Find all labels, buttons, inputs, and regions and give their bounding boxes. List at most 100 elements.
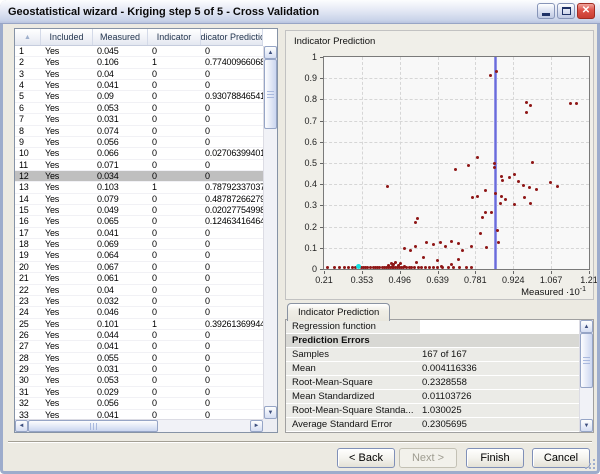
data-point[interactable] bbox=[452, 265, 456, 269]
data-point[interactable] bbox=[556, 185, 560, 189]
data-point[interactable] bbox=[390, 264, 394, 268]
horizontal-scroll-thumb[interactable] bbox=[28, 420, 158, 432]
vertical-scroll-thumb[interactable] bbox=[580, 333, 593, 388]
table-row[interactable]: 6 Yes 0.053 0 0 bbox=[15, 103, 263, 115]
data-point[interactable] bbox=[480, 215, 484, 219]
table-row[interactable]: 14 Yes 0.079 0 0.487872662791... bbox=[15, 194, 263, 206]
data-point[interactable] bbox=[427, 265, 431, 269]
stats-row[interactable]: Root-Mean-Square 0.2328558 bbox=[286, 376, 579, 390]
data-point[interactable] bbox=[443, 244, 447, 248]
scroll-down-button[interactable]: ▼ bbox=[580, 419, 593, 432]
data-point[interactable] bbox=[495, 69, 499, 73]
table-row[interactable]: 31 Yes 0.029 0 0 bbox=[15, 387, 263, 399]
back-button[interactable]: < Back bbox=[337, 448, 395, 468]
table-row[interactable]: 16 Yes 0.065 0 0.12463416464... bbox=[15, 216, 263, 228]
data-point[interactable] bbox=[402, 246, 406, 250]
data-point[interactable] bbox=[466, 164, 470, 168]
column-header[interactable]: Measured bbox=[93, 29, 148, 45]
column-header[interactable]: Included bbox=[41, 29, 93, 45]
data-point[interactable] bbox=[484, 188, 488, 192]
table-row[interactable]: 3 Yes 0.04 0 0 bbox=[15, 69, 263, 81]
scroll-down-button[interactable]: ▼ bbox=[264, 406, 277, 419]
table-row[interactable]: 10 Yes 0.066 0 0.027063994010... bbox=[15, 148, 263, 160]
stats-row[interactable]: Average Standard Error 0.2305695 bbox=[286, 418, 579, 432]
stats-row[interactable]: Samples 167 of 167 bbox=[286, 348, 579, 362]
data-point[interactable] bbox=[431, 265, 435, 269]
data-point[interactable] bbox=[423, 265, 427, 269]
data-point[interactable] bbox=[421, 255, 425, 259]
table-row[interactable]: 17 Yes 0.041 0 0 bbox=[15, 228, 263, 240]
resize-grip[interactable] bbox=[593, 467, 595, 469]
data-point[interactable] bbox=[456, 257, 460, 261]
data-point[interactable] bbox=[525, 110, 529, 114]
data-point[interactable] bbox=[450, 240, 454, 244]
data-point[interactable] bbox=[574, 102, 578, 106]
data-point[interactable] bbox=[512, 172, 516, 176]
table-row[interactable]: 13 Yes 0.103 1 0.787923370375... bbox=[15, 182, 263, 194]
title-bar[interactable]: Geostatistical wizard - Kriging step 5 o… bbox=[0, 0, 600, 24]
vertical-scroll-thumb[interactable] bbox=[264, 59, 277, 129]
data-point[interactable] bbox=[457, 242, 461, 246]
data-point[interactable] bbox=[484, 210, 488, 214]
data-point[interactable] bbox=[413, 221, 417, 225]
data-point[interactable] bbox=[497, 241, 501, 245]
table-row[interactable]: 22 Yes 0.04 0 0 bbox=[15, 285, 263, 296]
table-row[interactable]: 27 Yes 0.041 0 0 bbox=[15, 341, 263, 353]
data-point[interactable] bbox=[501, 178, 505, 182]
table-row[interactable]: 24 Yes 0.046 0 0 bbox=[15, 307, 263, 319]
data-point[interactable] bbox=[326, 265, 330, 269]
data-point[interactable] bbox=[420, 265, 424, 269]
data-point[interactable] bbox=[475, 195, 479, 199]
selected-data-point[interactable] bbox=[355, 263, 361, 269]
data-point[interactable] bbox=[424, 240, 428, 244]
data-point[interactable] bbox=[386, 185, 390, 189]
data-point[interactable] bbox=[523, 195, 527, 199]
table-row[interactable]: 23 Yes 0.032 0 0 bbox=[15, 296, 263, 308]
data-point[interactable] bbox=[490, 210, 494, 214]
data-point[interactable] bbox=[470, 195, 474, 199]
data-point[interactable] bbox=[530, 161, 534, 165]
table-row[interactable]: 15 Yes 0.049 0 0.020277549986... bbox=[15, 205, 263, 217]
data-point[interactable] bbox=[524, 100, 528, 104]
data-point[interactable] bbox=[464, 265, 468, 269]
data-point[interactable] bbox=[415, 216, 419, 220]
table-row[interactable]: 21 Yes 0.061 0 0 bbox=[15, 273, 263, 285]
stats-vertical-scrollbar[interactable]: ▲ ▼ bbox=[579, 320, 593, 432]
data-point[interactable] bbox=[496, 228, 500, 232]
data-point[interactable] bbox=[414, 260, 418, 264]
table-row[interactable]: 28 Yes 0.055 0 0 bbox=[15, 353, 263, 365]
data-point[interactable] bbox=[504, 197, 508, 201]
table-row[interactable]: 32 Yes 0.056 0 0 bbox=[15, 398, 263, 410]
table-row[interactable]: 4 Yes 0.041 0 0 bbox=[15, 80, 263, 92]
table-row[interactable]: 12 Yes 0.034 0 0 bbox=[15, 170, 263, 183]
data-point[interactable] bbox=[469, 265, 473, 269]
finish-button[interactable]: Finish bbox=[466, 448, 524, 468]
data-point[interactable] bbox=[568, 102, 572, 106]
stats-row[interactable]: Prediction Errors bbox=[286, 334, 579, 348]
data-point[interactable] bbox=[337, 265, 341, 269]
scroll-right-button[interactable]: ► bbox=[250, 420, 263, 432]
data-point[interactable] bbox=[484, 246, 488, 250]
data-point[interactable] bbox=[446, 265, 450, 269]
data-point[interactable] bbox=[489, 73, 493, 77]
table-row[interactable]: 29 Yes 0.031 0 0 bbox=[15, 364, 263, 376]
table-row[interactable]: 18 Yes 0.069 0 0 bbox=[15, 239, 263, 251]
data-point[interactable] bbox=[535, 187, 539, 191]
table-row[interactable]: 30 Yes 0.053 0 0 bbox=[15, 375, 263, 387]
table-header-row[interactable]: ▲ IncludedMeasuredIndicatorIndicator Pred… bbox=[15, 29, 263, 46]
table-row[interactable]: 8 Yes 0.074 0 0 bbox=[15, 126, 263, 137]
scroll-left-button[interactable]: ◄ bbox=[15, 420, 28, 432]
table-vertical-scrollbar[interactable]: ▲ ▼ bbox=[263, 46, 277, 419]
data-point[interactable] bbox=[346, 265, 350, 269]
close-button[interactable]: ✕ bbox=[577, 3, 595, 19]
data-point[interactable] bbox=[478, 232, 482, 236]
scroll-up-button[interactable]: ▲ bbox=[580, 320, 593, 333]
tab-indicator-prediction[interactable]: Indicator Prediction bbox=[287, 303, 391, 321]
table-horizontal-scrollbar[interactable]: ◄ ► bbox=[15, 419, 263, 432]
data-point[interactable] bbox=[517, 179, 520, 183]
stats-row[interactable]: Mean 0.004116336 bbox=[286, 362, 579, 376]
table-row[interactable]: 26 Yes 0.044 0 0 bbox=[15, 330, 263, 342]
data-point[interactable] bbox=[454, 168, 458, 172]
table-row[interactable]: 20 Yes 0.067 0 0 bbox=[15, 262, 263, 274]
table-row[interactable]: 2 Yes 0.106 1 0.774009660680... bbox=[15, 57, 263, 69]
